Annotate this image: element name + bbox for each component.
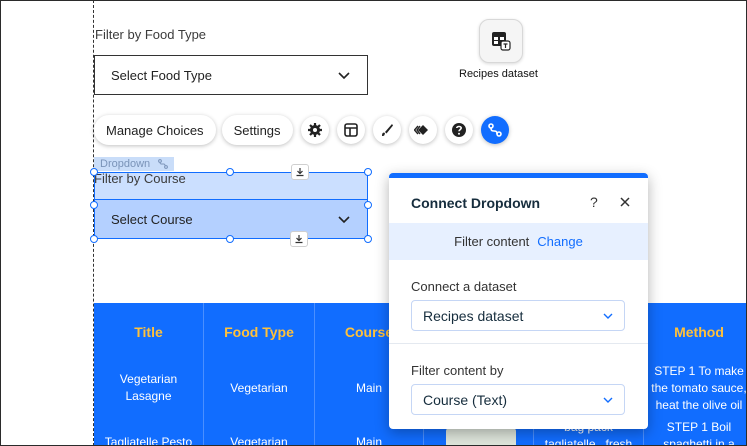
panel-header: Connect Dropdown ? <box>389 178 648 223</box>
filter-by-select[interactable]: Course (Text) <box>411 384 625 415</box>
table-column: Food Type Vegetarian Vegetarian <box>204 303 315 446</box>
table-column: Title Vegetarian Lasagne Tagliatelle Pes… <box>94 303 204 446</box>
gear-icon <box>307 123 322 137</box>
table-cell: Main <box>355 435 382 446</box>
filter-content-bar: Filter content Change <box>389 223 648 260</box>
dataset-label: Recipes dataset <box>459 68 538 80</box>
settings-button[interactable]: Settings <box>221 115 293 145</box>
design-button[interactable] <box>372 116 401 144</box>
column-header: Food Type <box>224 324 294 340</box>
panel-divider <box>389 343 648 344</box>
resize-handle[interactable] <box>226 235 234 243</box>
resize-handle[interactable] <box>90 168 98 176</box>
dataset-select-value: Recipes dataset <box>423 307 524 324</box>
food-type-dropdown[interactable]: Select Food Type <box>94 55 368 95</box>
table-cell: Vegetarian Lasagne <box>119 372 178 403</box>
connect-dataset-label: Connect a dataset <box>411 279 517 294</box>
table-column: Method STEP 1 To make the tomato sauce, … <box>644 303 747 446</box>
recipe-image-thumbnail <box>446 428 516 446</box>
resize-handle[interactable] <box>226 168 234 176</box>
column-header: Method <box>674 324 724 340</box>
resize-handle[interactable] <box>364 235 372 243</box>
course-label: Filter by Course <box>94 171 186 186</box>
dataset-table-icon <box>492 32 511 51</box>
course-dropdown-text: Select Course <box>111 211 193 227</box>
table-cell: Tagliatelle Pesto <box>104 435 193 446</box>
resize-handle[interactable] <box>90 201 98 209</box>
help-icon <box>451 123 466 137</box>
resize-handle[interactable] <box>364 168 372 176</box>
connection-icon <box>158 159 169 169</box>
food-type-label: Filter by Food Type <box>95 27 207 42</box>
animation-button[interactable] <box>408 116 437 144</box>
manage-choices-button[interactable]: Manage Choices <box>94 115 216 145</box>
gear-button[interactable] <box>300 116 329 144</box>
chevron-down-icon <box>603 397 613 403</box>
dataset-select[interactable]: Recipes dataset <box>411 300 625 331</box>
connect-dropdown-panel: Connect Dropdown ? Filter content Change… <box>389 173 648 429</box>
course-dropdown[interactable]: Select Course <box>94 199 368 239</box>
connect-data-icon <box>487 123 502 137</box>
panel-title: Connect Dropdown <box>411 195 541 211</box>
table-cell: STEP 1 Boil spaghetti in a <box>663 420 735 446</box>
stretch-down-icon[interactable] <box>290 231 308 247</box>
chevron-down-icon <box>338 72 350 80</box>
table-cell: Vegetarian <box>230 381 288 395</box>
food-type-dropdown-text: Select Food Type <box>111 67 212 83</box>
layout-button[interactable] <box>336 116 365 144</box>
filter-by-label: Filter content by <box>411 363 504 378</box>
layout-icon <box>343 123 358 137</box>
table-cell: STEP 1 To make the tomato sauce, heat th… <box>651 364 747 412</box>
element-toolbar: Manage Choices Settings <box>94 115 509 145</box>
resize-handle[interactable] <box>364 201 372 209</box>
column-header: Title <box>134 324 163 340</box>
connect-data-button[interactable] <box>480 116 509 144</box>
close-icon[interactable] <box>620 197 630 207</box>
recipes-dataset-icon[interactable] <box>479 19 523 63</box>
chevron-down-icon <box>603 313 613 319</box>
design-brush-icon <box>381 124 393 136</box>
filter-content-text: Filter content <box>454 234 530 249</box>
table-cell: Vegetarian <box>230 435 288 446</box>
element-type-label: Dropdown <box>100 158 151 170</box>
resize-handle[interactable] <box>90 235 98 243</box>
help-icon[interactable]: ? <box>590 194 598 210</box>
filter-by-select-value: Course (Text) <box>423 391 508 408</box>
change-filter-link[interactable]: Change <box>537 234 583 249</box>
element-type-tag: Dropdown <box>94 157 175 171</box>
animation-icon <box>413 125 428 135</box>
chevron-down-icon <box>338 216 350 224</box>
help-button[interactable] <box>444 116 473 144</box>
stretch-down-icon[interactable] <box>291 164 309 180</box>
